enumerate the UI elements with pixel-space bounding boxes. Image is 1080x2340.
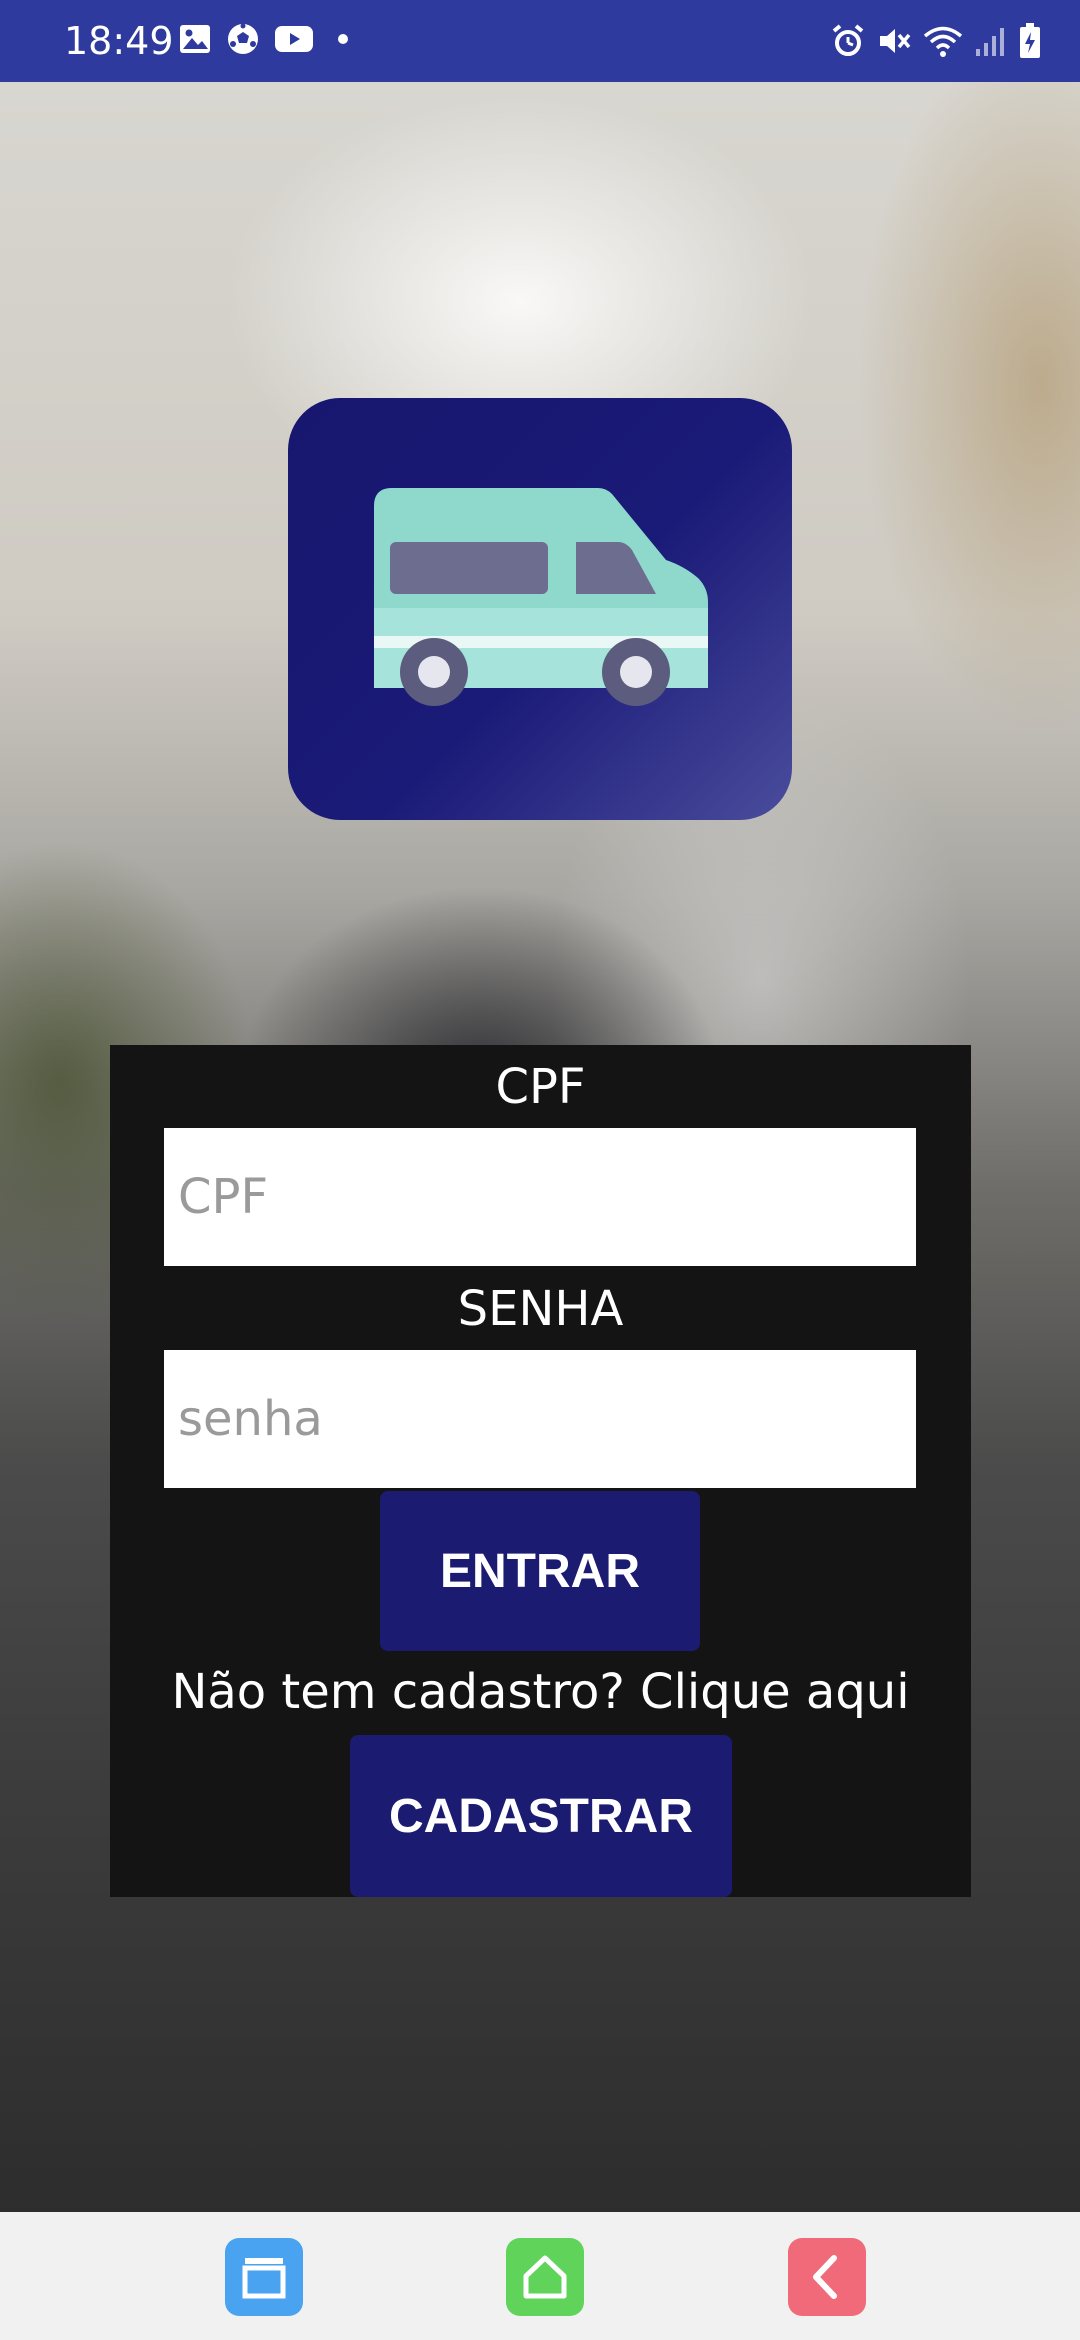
van-icon <box>374 488 708 706</box>
login-screen: 18:49 CPF CPF SENHA ENTRAR Não tem cadas… <box>0 0 1080 2340</box>
senha-input[interactable] <box>164 1350 916 1488</box>
wifi-icon <box>922 23 964 59</box>
battery-icon <box>1018 22 1042 60</box>
entrar-button[interactable]: ENTRAR <box>380 1491 700 1651</box>
cadastrar-button[interactable]: CADASTRAR <box>350 1735 732 1897</box>
status-bar: 18:49 <box>0 0 1080 82</box>
recents-button[interactable] <box>225 2238 303 2316</box>
image-icon <box>178 22 212 56</box>
signup-prompt: Não tem cadastro? Clique aqui <box>171 1664 910 1720</box>
cpf-input[interactable] <box>164 1128 916 1266</box>
login-form: CPF SENHA ENTRAR Não tem cadastro? Cliqu… <box>110 1045 971 1897</box>
back-button[interactable] <box>788 2238 866 2316</box>
back-icon <box>813 2255 837 2299</box>
alarm-icon <box>830 23 866 59</box>
system-status-icons <box>830 22 1042 60</box>
youtube-icon <box>274 24 314 54</box>
notification-icons <box>178 22 358 56</box>
recents-icon <box>242 2258 286 2299</box>
navigation-bar <box>0 2212 1080 2340</box>
soccer-ball-icon <box>226 22 260 56</box>
mute-icon <box>876 23 912 59</box>
app-logo <box>288 398 792 820</box>
signal-icon <box>974 23 1008 59</box>
home-icon <box>523 2255 567 2299</box>
senha-label: SENHA <box>457 1281 624 1337</box>
status-time: 18:49 <box>64 19 174 63</box>
cpf-label: CPF <box>495 1059 586 1115</box>
home-button[interactable] <box>506 2238 584 2316</box>
dot-icon <box>328 24 358 54</box>
